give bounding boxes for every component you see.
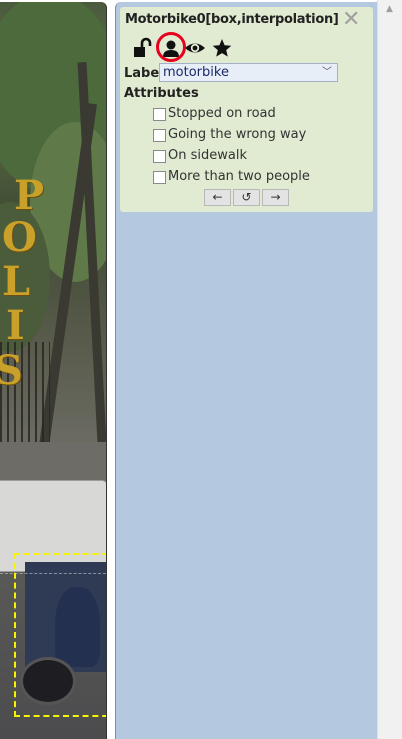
reset-button[interactable]: ↺	[233, 189, 260, 206]
highlight-circle	[156, 32, 186, 62]
attribute-label: Stopped on road	[168, 106, 276, 121]
prev-keyframe-button[interactable]: ←	[204, 189, 231, 206]
label-caption: Label	[124, 66, 164, 81]
object-panel[interactable]: Motorbike0[box,interpolation] ✕ Label mo…	[120, 7, 373, 212]
ground	[0, 442, 106, 482]
sign-letter: S	[0, 347, 23, 394]
attributes-heading: Attributes	[124, 86, 199, 101]
unlock-icon[interactable]	[132, 37, 154, 59]
bounding-box[interactable]	[14, 553, 106, 717]
label-select-value: motorbike	[163, 65, 229, 80]
attribute-label: On sidewalk	[168, 148, 247, 163]
attribute-label: Going the wrong way	[168, 127, 307, 142]
sign-letter: I	[6, 302, 25, 349]
eye-icon[interactable]	[184, 37, 206, 59]
sign-letter: P	[14, 172, 45, 219]
video-frame[interactable]: P O L I S	[0, 2, 107, 739]
chevron-down-icon: ﹀	[322, 67, 332, 78]
scroll-up-icon[interactable]: ▲	[386, 4, 393, 14]
next-keyframe-button[interactable]: →	[262, 189, 289, 206]
object-title: Motorbike0[box,interpolation]	[125, 12, 339, 27]
sign-letter: O	[2, 214, 37, 261]
scrollbar[interactable]: ▲	[377, 0, 402, 739]
attribute-checkbox[interactable]	[153, 108, 166, 121]
attribute-label: More than two people	[168, 169, 310, 184]
sign-letter: L	[2, 258, 31, 305]
label-select[interactable]: motorbike ﹀	[159, 63, 338, 82]
attribute-checkbox[interactable]	[153, 150, 166, 163]
attribute-checkbox[interactable]	[153, 129, 166, 142]
attribute-checkbox[interactable]	[153, 171, 166, 184]
star-icon[interactable]	[211, 37, 233, 59]
close-icon[interactable]: ✕	[342, 9, 360, 31]
